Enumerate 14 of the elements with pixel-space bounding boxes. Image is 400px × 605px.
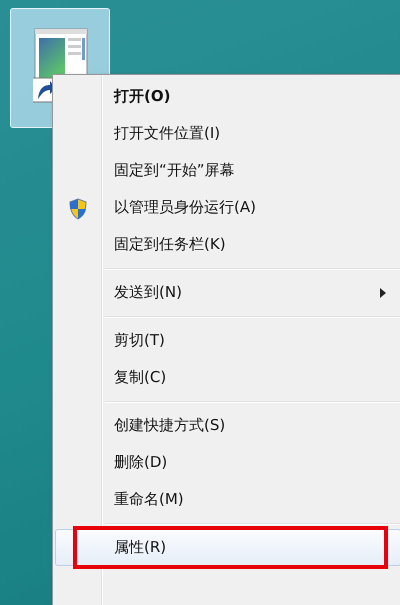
submenu-arrow-icon — [380, 288, 386, 298]
menu-item[interactable]: 固定到“开始”屏幕 — [55, 152, 400, 189]
menu-item[interactable]: 创建快捷方式(S) — [55, 407, 400, 444]
menu-item[interactable]: 固定到任务栏(K) — [55, 226, 400, 263]
menu-item[interactable]: 重命名(M) — [55, 481, 400, 518]
menu-item[interactable]: 属性(R) — [55, 529, 400, 566]
menu-item[interactable]: 删除(D) — [55, 444, 400, 481]
menu-item[interactable]: 打开(O) — [55, 78, 400, 115]
menu-item[interactable]: 以管理员身份运行(A) — [55, 189, 400, 226]
menu-item[interactable]: 发送到(N) — [55, 274, 400, 311]
menu-item[interactable]: 复制(C) — [55, 359, 400, 396]
menu-item[interactable]: 剪切(T) — [55, 322, 400, 359]
menu-item[interactable]: 打开文件位置(I) — [55, 115, 400, 152]
shield-icon — [68, 198, 88, 220]
